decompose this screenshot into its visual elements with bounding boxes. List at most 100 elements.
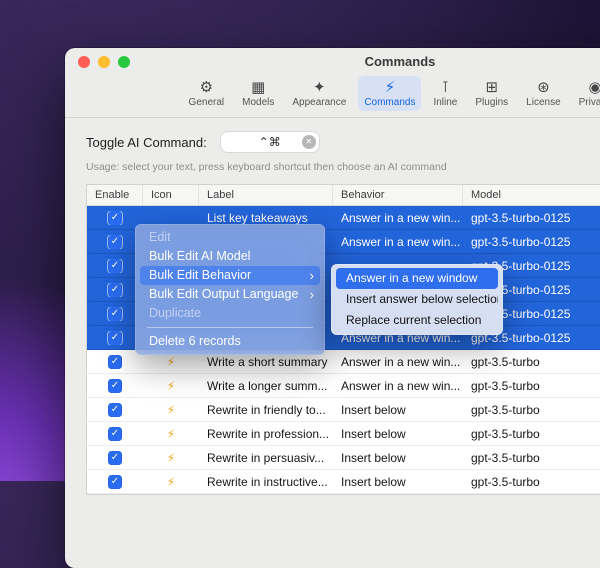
- table-header: Enable Icon Label Behavior Model: [87, 185, 600, 206]
- submenu-item[interactable]: Replace current selection: [336, 310, 498, 331]
- bolt-icon: ⚡: [166, 426, 176, 441]
- minimize-button[interactable]: [98, 56, 110, 68]
- enable-cell: ✓: [87, 378, 143, 393]
- toolbar-item-privacy[interactable]: ◉ Privacy: [573, 76, 600, 111]
- column-header[interactable]: Model: [463, 185, 600, 205]
- context-menu-item[interactable]: Delete 6 records ›: [140, 332, 320, 351]
- shortcut-row: Toggle AI Command: ⌃⌘ ✕: [86, 132, 600, 152]
- enable-cell: ✓: [87, 210, 143, 225]
- menu-item-label: Bulk Edit Output Language: [149, 287, 299, 301]
- context-menu-item[interactable]: Bulk Edit AI Model ›: [140, 247, 320, 266]
- usage-hint: Usage: select your text, press keyboard …: [86, 161, 447, 173]
- behavior-cell: Insert below: [341, 450, 406, 465]
- icon-cell: ⚡: [143, 451, 199, 465]
- table-row[interactable]: ✓ ⚡ Rewrite in persuasiv... Insert below…: [87, 446, 600, 470]
- enable-checkbox[interactable]: ✓: [108, 378, 122, 393]
- enable-checkbox[interactable]: ✓: [108, 402, 122, 417]
- model-cell: gpt-3.5-turbo: [471, 354, 540, 369]
- column-header[interactable]: Label: [199, 185, 333, 205]
- appearance-icon: ✦: [313, 79, 326, 96]
- model-cell: gpt-3.5-turbo: [471, 378, 540, 393]
- bolt-icon: ⚡: [166, 354, 176, 369]
- check-icon: ✓: [110, 475, 120, 487]
- enable-checkbox[interactable]: ✓: [108, 426, 122, 441]
- context-menu-item[interactable]: Bulk Edit Output Language ›: [140, 285, 320, 304]
- check-icon: ✓: [110, 211, 120, 223]
- check-icon: ✓: [110, 379, 120, 391]
- gear-icon: ⚙: [199, 79, 214, 96]
- enable-checkbox[interactable]: ✓: [108, 282, 122, 297]
- check-icon: ✓: [110, 355, 120, 367]
- model-cell: gpt-3.5-turbo: [471, 474, 540, 489]
- enable-checkbox[interactable]: ✓: [108, 306, 122, 321]
- model-cell: gpt-3.5-turbo: [471, 450, 540, 465]
- check-icon: ✓: [110, 427, 120, 439]
- enable-checkbox[interactable]: ✓: [108, 258, 122, 273]
- check-icon: ✓: [110, 451, 120, 463]
- icon-cell: ⚡: [143, 379, 199, 393]
- table-row[interactable]: ✓ ⚡ Write a longer summ... Answer in a n…: [87, 374, 600, 398]
- enable-checkbox[interactable]: ✓: [108, 450, 122, 465]
- behavior-cell: Insert below: [341, 474, 406, 489]
- enable-checkbox[interactable]: ✓: [108, 234, 122, 249]
- icon-cell: ⚡: [143, 427, 199, 441]
- enable-checkbox[interactable]: ✓: [108, 354, 122, 369]
- enable-cell: ✓: [87, 474, 143, 489]
- clear-shortcut-button[interactable]: ✕: [301, 135, 316, 149]
- menu-item-label: Bulk Edit Behavior: [149, 268, 252, 282]
- close-button[interactable]: [78, 56, 90, 68]
- toolbar-item-label: Commands: [364, 97, 416, 108]
- context-menu-item[interactable]: Bulk Edit Behavior ›: [140, 266, 320, 285]
- enable-checkbox[interactable]: ✓: [108, 474, 122, 489]
- toolbar-item-license[interactable]: ⊛ License: [520, 76, 566, 111]
- zoom-button[interactable]: [118, 56, 130, 68]
- toolbar-item-label: Inline: [433, 97, 458, 108]
- settings-toolbar: ⚙ General ▦ Models ✦ Appearance ⚡ Comman…: [65, 74, 600, 117]
- table-row[interactable]: ✓ ⚡ Rewrite in instructive... Insert bel…: [87, 470, 600, 494]
- context-menu-item[interactable]: Duplicate ›: [140, 304, 320, 323]
- menu-item-label: Delete 6 records: [149, 334, 241, 348]
- shortcut-recorder[interactable]: ⌃⌘ ✕: [220, 132, 319, 152]
- clear-icon: ✕: [305, 137, 313, 146]
- table-row[interactable]: ✓ ⚡ Rewrite in friendly to... Insert bel…: [87, 398, 600, 422]
- toolbar-item-appearance[interactable]: ✦ Appearance: [286, 76, 352, 111]
- toolbar-item-commands[interactable]: ⚡ Commands: [358, 76, 422, 111]
- privacy-icon: ◉: [588, 79, 600, 96]
- check-icon: ✓: [110, 283, 120, 295]
- model-cell: gpt-3.5-turbo: [471, 426, 540, 441]
- icon-cell: ⚡: [143, 403, 199, 417]
- toolbar-item-label: Appearance: [292, 97, 347, 108]
- submenu-item[interactable]: Insert answer below selection: [336, 289, 498, 310]
- column-header[interactable]: Enable: [87, 185, 143, 205]
- command-label-cell: Rewrite in friendly to...: [207, 402, 326, 417]
- toolbar-item-plugins[interactable]: ⊞ Plugins: [469, 76, 514, 111]
- bolt-icon: ⚡: [166, 378, 176, 393]
- traffic-lights: [78, 56, 130, 68]
- check-icon: ✓: [110, 235, 120, 247]
- command-label-cell: Rewrite in profession...: [207, 426, 330, 441]
- toolbar-item-label: Privacy: [578, 97, 600, 108]
- toolbar-item-inline[interactable]: ⊺ Inline: [427, 76, 463, 111]
- context-menu-item[interactable]: Edit ›: [140, 228, 320, 247]
- behavior-cell: Answer in a new win...: [341, 210, 461, 225]
- enable-checkbox[interactable]: ✓: [108, 330, 122, 345]
- column-header[interactable]: Icon: [143, 185, 199, 205]
- models-icon: ▦: [251, 79, 266, 96]
- toolbar-item-label: Models: [242, 97, 275, 108]
- toolbar-item-general[interactable]: ⚙ General: [183, 76, 231, 111]
- check-icon: ✓: [110, 331, 120, 343]
- bolt-icon: ⚡: [166, 450, 176, 465]
- submenu-item[interactable]: Answer in a new window: [336, 268, 498, 289]
- column-header[interactable]: Behavior: [333, 185, 463, 205]
- enable-checkbox[interactable]: ✓: [108, 210, 122, 225]
- toolbar-item-label: License: [526, 97, 561, 108]
- table-row[interactable]: ✓ ⚡ Rewrite in profession... Insert belo…: [87, 422, 600, 446]
- inline-icon: ⊺: [441, 79, 450, 96]
- context-menu-item[interactable]: ›: [147, 327, 313, 328]
- toolbar-item-models[interactable]: ▦ Models: [236, 76, 280, 111]
- behavior-cell: Insert below: [341, 426, 406, 441]
- titlebar[interactable]: Commands: [65, 48, 600, 74]
- command-label-cell: List key takeaways: [207, 210, 308, 225]
- submenu-item-label: Answer in a new window: [346, 271, 478, 285]
- icon-cell: ⚡: [143, 475, 199, 489]
